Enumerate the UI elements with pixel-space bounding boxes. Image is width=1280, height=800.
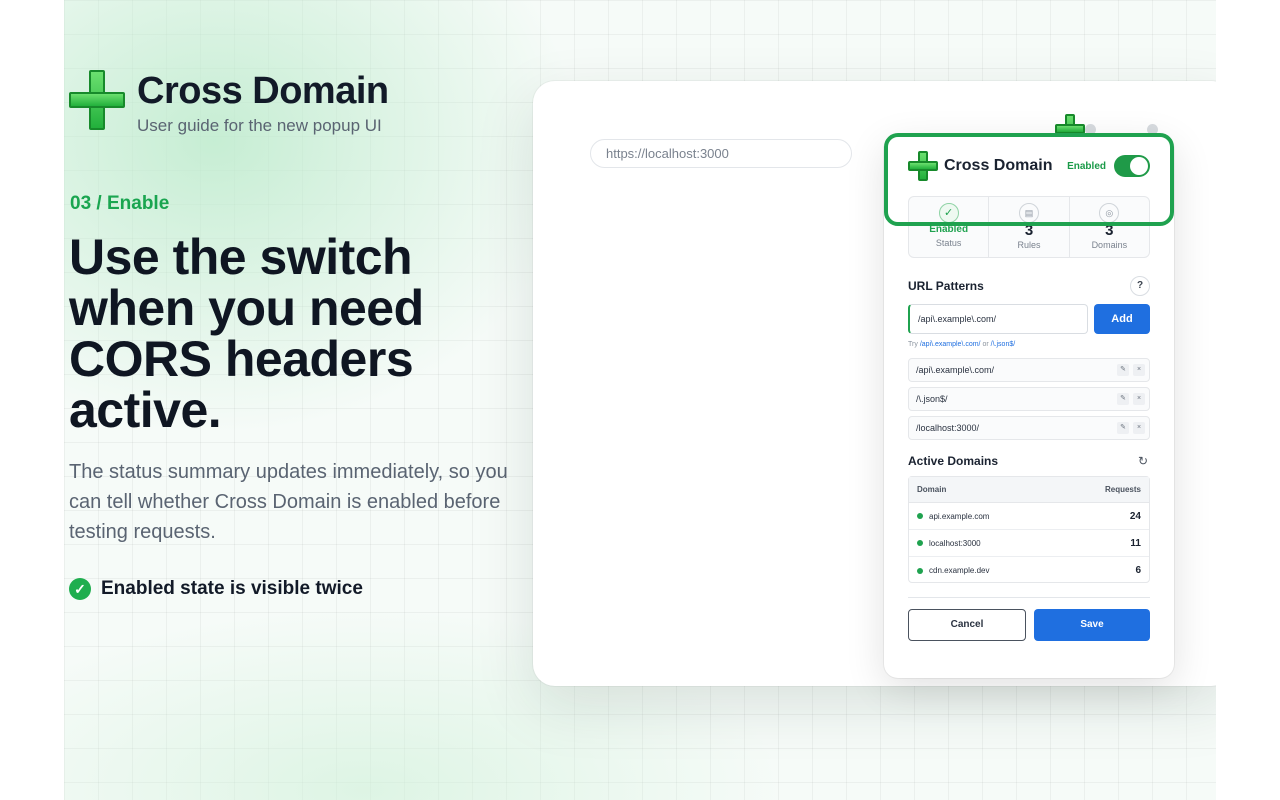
request-count: 24 [1129,510,1141,522]
footer-divider [908,597,1150,598]
col-domain: Domain [917,485,947,494]
extension-popup: Cross Domain Enabled ✓ Enabled Status ▤ … [884,136,1174,678]
domains-table-header: Domain Requests [909,477,1149,503]
active-status-dot-icon [917,540,923,546]
rule-item: /localhost:3000/ ✎ × [908,416,1150,440]
active-status-dot-icon [917,567,923,574]
toolbar-extension-dot-icon[interactable] [1147,124,1158,135]
address-bar[interactable]: https://localhost:3000 [590,139,852,168]
brand-subtitle: User guide for the new popup UI [137,116,382,135]
pattern-hint: Try /api\.example\.com/ or /\.json$/ [908,341,1015,348]
hint-example-link[interactable]: /\.json$/ [991,341,1016,348]
enable-toggle[interactable] [1114,155,1150,177]
toolbar-extension-dot-icon[interactable] [1085,124,1096,135]
stat-status: ✓ Enabled Status [909,197,990,257]
rule-pattern: /api\.example\.com/ [916,365,995,375]
edit-icon[interactable]: ✎ [1117,422,1129,434]
help-icon[interactable]: ? [1130,276,1150,296]
edit-icon[interactable]: ✎ [1117,364,1129,376]
stat-domains-label: Domains [1091,240,1128,250]
add-pattern-button[interactable]: Add [1094,304,1150,334]
stat-domains-value: 3 [1105,222,1114,239]
feature-check-text: Enabled state is visible twice [101,578,363,599]
delete-icon[interactable]: × [1133,364,1145,376]
description: The status summary updates immediately, … [69,461,508,543]
check-circle-icon: ✓ [69,578,91,600]
stat-status-label: Status [935,238,962,248]
cross-domain-logo-icon [908,151,938,181]
feature-check: ✓ Enabled state is visible twice [69,578,363,600]
domain-name: api.example.com [929,511,990,521]
domain-name: localhost:3000 [929,538,981,548]
hint-example-link[interactable]: /api\.example\.com/ [920,341,981,348]
domain-name: cdn.example.dev [929,566,990,575]
list-icon: ▤ [1018,203,1039,223]
edit-icon[interactable]: ✎ [1117,393,1129,405]
stat-rules: ▤ 3 Rules [989,197,1070,257]
status-summary: ✓ Enabled Status ▤ 3 Rules ◎ 3 Domains [908,196,1150,258]
delete-icon[interactable]: × [1133,393,1145,405]
save-button[interactable]: Save [1034,609,1150,641]
request-count: 11 [1130,537,1141,549]
active-status-dot-icon [917,513,923,519]
rule-item: /\.json$/ ✎ × [908,387,1150,411]
toggle-knob [1130,157,1148,175]
active-domains-title: Active Domains [908,454,999,468]
cross-domain-logo-icon [69,70,125,130]
brand-title: Cross Domain [137,70,389,112]
url-patterns-title: URL Patterns [908,279,984,293]
hint-or: or [982,341,989,348]
step-label: 03 / Enable [70,193,170,214]
table-row: cdn.example.dev 6 [909,557,1149,584]
request-count: 6 [1135,565,1141,576]
globe-icon: ◎ [1099,203,1120,223]
rule-item: /api\.example\.com/ ✎ × [908,358,1150,382]
pattern-input[interactable]: /api\.example\.com/ [908,304,1088,334]
brand: Cross Domain User guide for the new popu… [69,70,389,136]
rule-pattern: /localhost:3000/ [916,423,980,433]
delete-icon[interactable]: × [1133,422,1145,434]
rule-pattern: /\.json$/ [916,394,948,404]
enabled-status-label: Enabled [1067,160,1106,172]
table-row: api.example.com 24 [909,503,1149,530]
domains-table: Domain Requests api.example.com 24 local… [908,476,1150,583]
table-row: localhost:3000 11 [909,530,1149,557]
popup-header: Cross Domain Enabled [908,150,1150,182]
stat-status-value: Enabled [929,224,969,235]
cancel-button[interactable]: Cancel [908,609,1026,641]
refresh-icon[interactable]: ↻ [1138,454,1148,468]
hint-prefix: Try [908,341,918,348]
stat-rules-label: Rules [1017,240,1041,250]
check-icon: ✓ [938,203,959,223]
headline: Use the switch when you need CORS header… [69,229,424,438]
stat-domains: ◎ 3 Domains [1070,197,1149,257]
popup-title: Cross Domain [944,157,1053,174]
col-requests: Requests [1104,485,1141,494]
stat-rules-value: 3 [1024,222,1034,239]
